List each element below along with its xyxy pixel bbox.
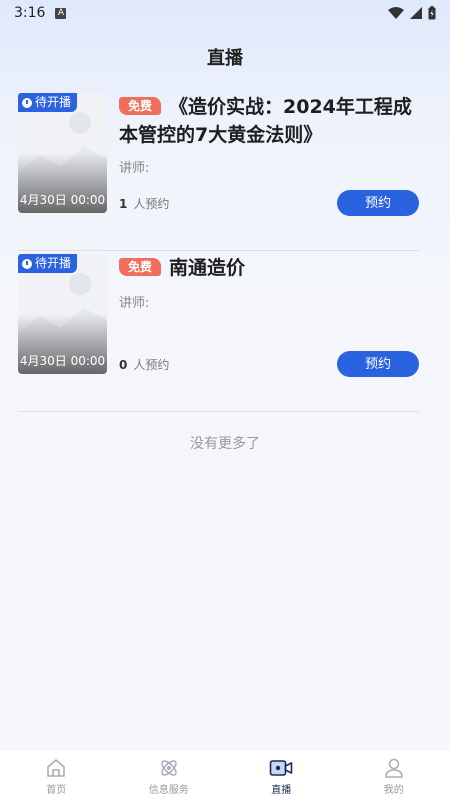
no-more-text: 没有更多了 [190,436,260,452]
tab-live-label: 直播 [271,785,292,796]
tab-home[interactable]: 首页 [0,750,113,801]
status-badge-label: 待开播 [35,95,72,109]
status-badge: 待开播 [18,93,78,112]
teacher-label: 讲师: [119,296,150,311]
reservation-number: 0 [119,357,128,372]
tab-profile[interactable]: 我的 [338,750,450,801]
free-tag: 免费 [119,258,162,276]
live-title-line[interactable]: 免费 南通造价 [119,254,419,282]
status-bar: 3:16 A [0,0,450,26]
reservation-label: 人预约 [133,196,170,211]
live-title-line[interactable]: 免费 《造价实战：2024年工程成本管控的7大黄金法则》 [119,93,419,149]
reservation-label: 人预约 [133,357,170,372]
live-title: 南通造价 [169,257,246,279]
free-tag: 免费 [119,97,162,115]
profile-icon [384,758,403,778]
live-title: 《造价实战：2024年工程成本管控的7大黄金法则》 [119,96,412,146]
info-service-icon [161,760,177,776]
page-title: 直播 [207,48,243,69]
tab-info-service[interactable]: 信息服务 [113,750,226,801]
battery-icon [428,6,436,20]
teacher-label: 讲师: [119,161,150,176]
wifi-icon [388,7,404,19]
signal-icon [410,7,422,19]
live-footer: 1 人预约 预约 [119,190,419,216]
live-card[interactable]: 4月30日 00:00 待开播 免费 《造价实战：2024年工程成本管控的7大黄金… [18,90,419,251]
reserve-button[interactable]: 预约 [337,190,419,216]
notification-a-icon: A [55,7,67,19]
reservation-count: 0 人预约 [119,356,169,373]
status-icons [388,6,436,20]
reserve-button[interactable]: 预约 [337,351,419,377]
live-time: 4月30日 00:00 [19,193,106,207]
tab-live[interactable]: 直播 [225,750,338,801]
tab-profile-label: 我的 [383,785,404,796]
status-badge-label: 待开播 [35,256,72,270]
clock-icon [22,258,32,269]
reservation-count: 1 人预约 [119,195,169,212]
tab-home-label: 首页 [46,785,67,796]
status-time: 3:16 [14,5,46,21]
live-video-icon [269,760,293,776]
live-time: 4月30日 00:00 [19,354,106,368]
live-info: 免费 《造价实战：2024年工程成本管控的7大黄金法则》 讲师: [119,93,419,176]
tab-info-service-label: 信息服务 [148,785,189,796]
live-footer: 0 人预约 预约 [119,351,419,377]
bottom-tab-bar: 首页 信息服务 直播 我的 [0,749,450,801]
reservation-number: 1 [119,196,128,211]
clock-icon [22,97,32,108]
status-badge: 待开播 [18,254,78,273]
live-card[interactable]: 4月30日 00:00 待开播 免费 南通造价 讲师: 0 人预约 预约 [18,251,419,412]
home-icon [47,759,66,777]
live-info: 免费 南通造价 讲师: [119,254,419,311]
live-list: 4月30日 00:00 待开播 免费 《造价实战：2024年工程成本管控的7大黄金… [18,90,419,412]
